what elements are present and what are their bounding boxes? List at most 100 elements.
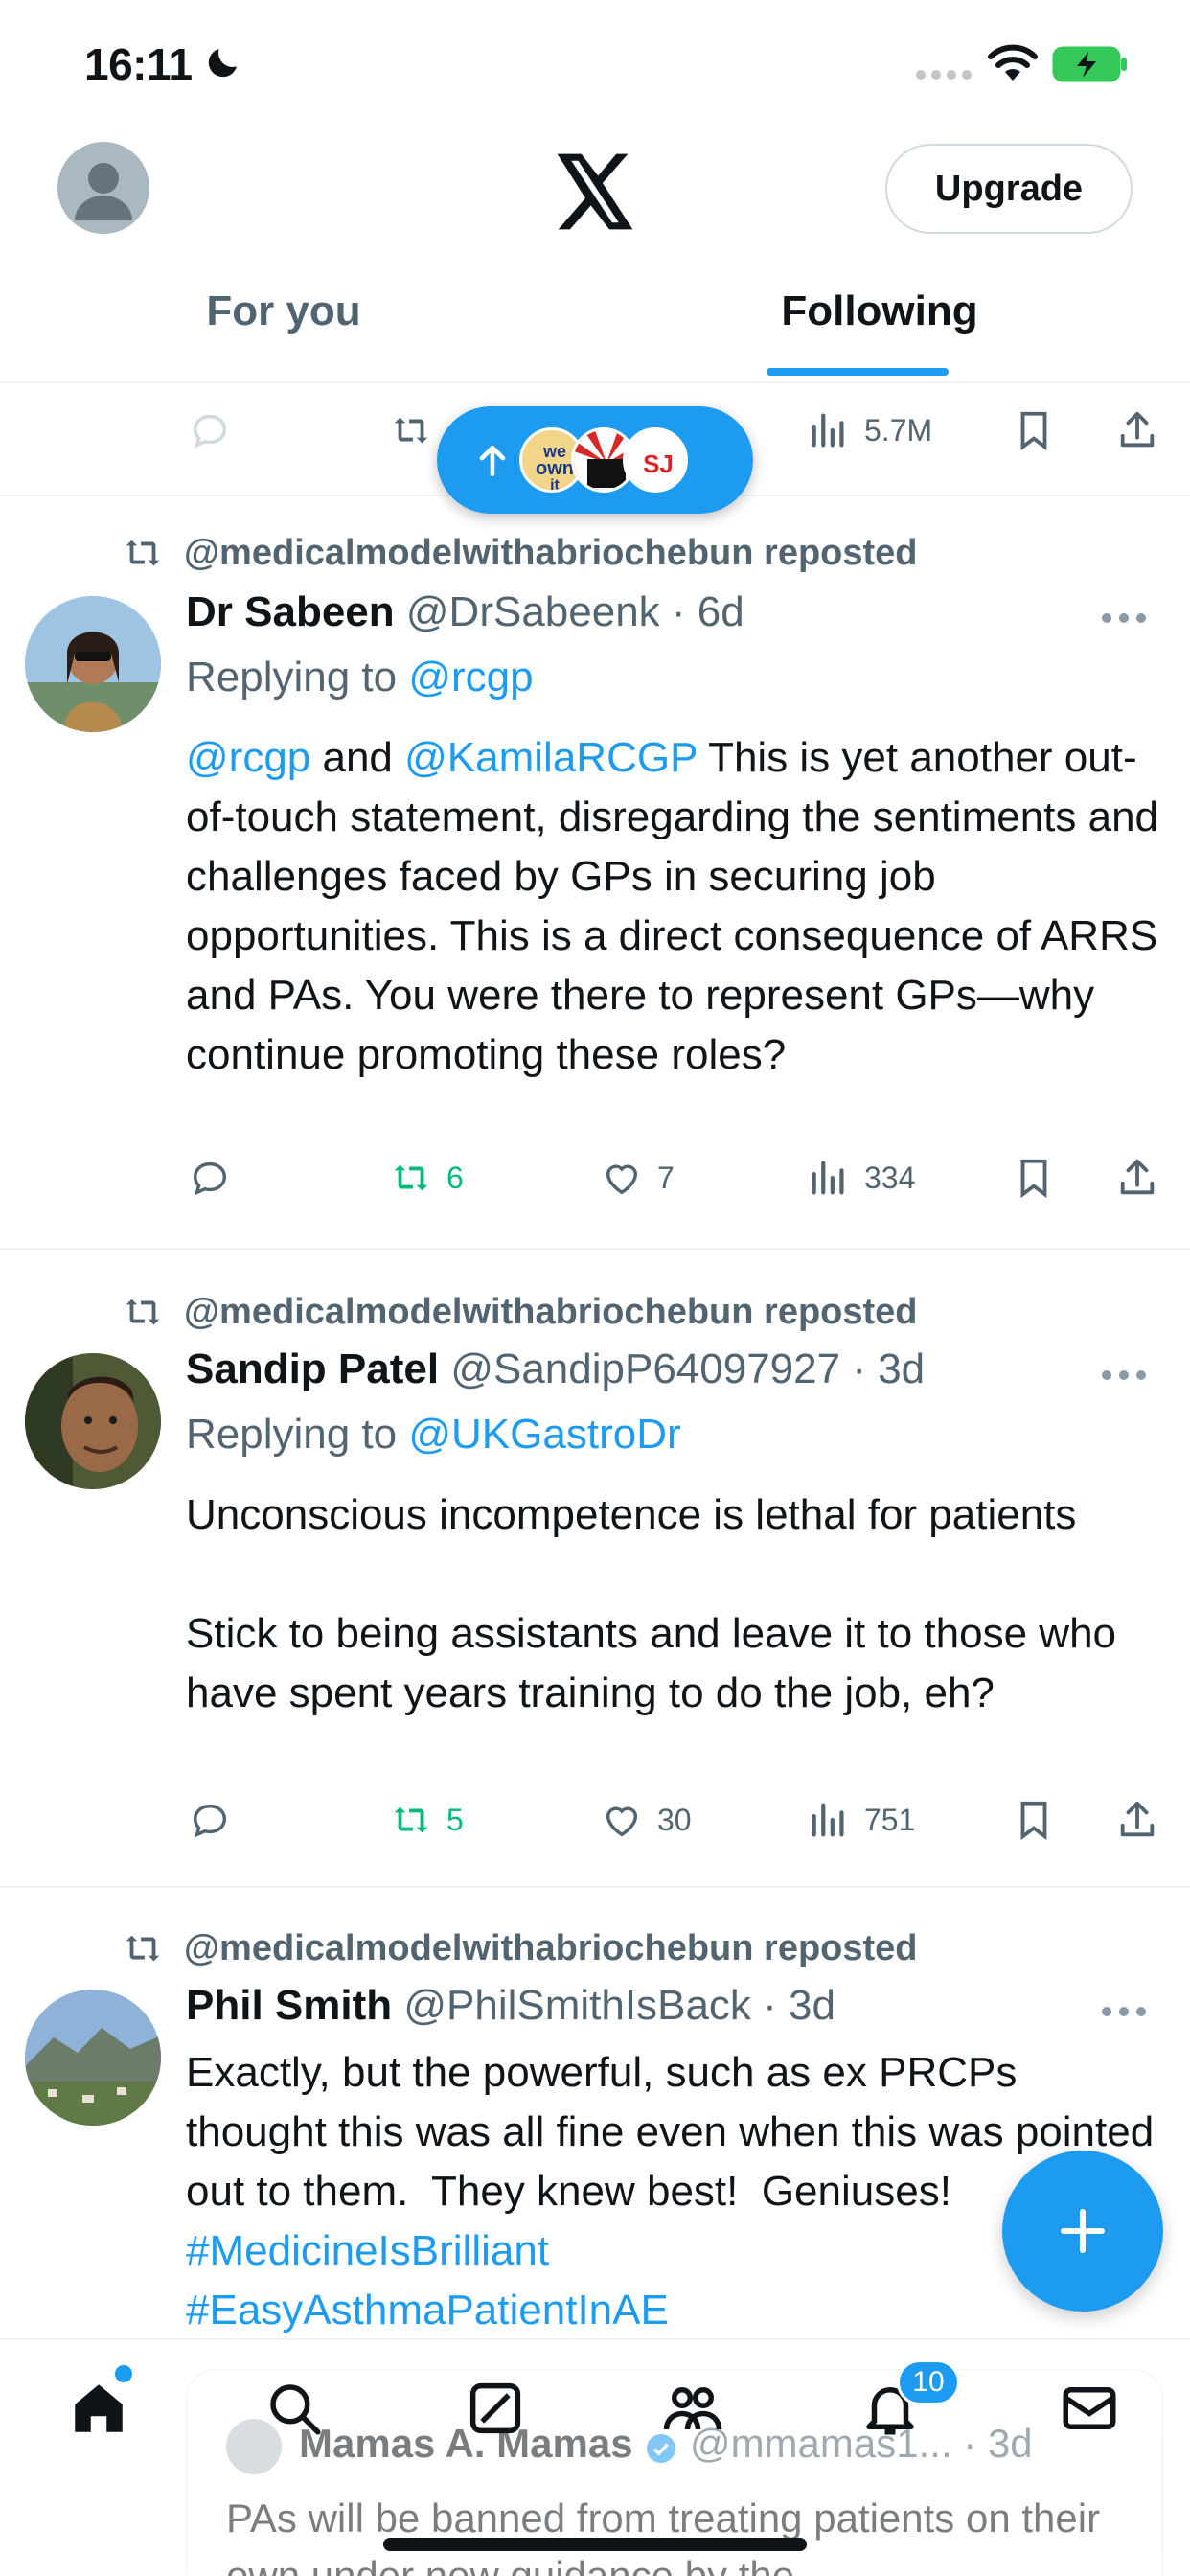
repost-indicator: @medicalmodelwithabriochebun reposted [121,1926,918,1970]
heart-icon [606,1806,638,1837]
tweet-text: @rcgp and @KamilaRCGP This is yet anothe… [186,728,1163,1085]
hashtag-link[interactable]: #MedicineIsBrilliant [186,2227,549,2274]
tweet[interactable]: @medicalmodelwithabriochebun reposted Sa… [0,1250,1190,1888]
tweet-actions: 5 30 751 [0,1798,1190,1855]
views-count: 334 [864,1160,916,1195]
retweet-button[interactable]: 6 [389,1156,464,1200]
author-handle[interactable]: @SandipP64097927 · 3d [450,1346,925,1392]
views-count: 5.7M [864,412,933,448]
replying-to: Replying to @UKGastroDr [186,1411,681,1459]
reply-button[interactable] [188,408,232,452]
author-avatar[interactable] [25,1990,161,2126]
replying-to: Replying to @rcgp [186,654,534,702]
reply-icon [193,1162,227,1196]
retweet-button[interactable] [389,408,433,452]
author-name[interactable]: Sandip Patel [186,1346,439,1392]
author-avatar[interactable] [25,1353,161,1489]
reposted-by: @medicalmodelwithabriochebun reposted [184,532,918,573]
more-options-icon[interactable] [1100,611,1148,625]
retweet-count: 6 [446,1160,464,1195]
retweet-button[interactable]: 5 [389,1798,464,1842]
reply-icon [193,1804,227,1838]
replying-to-label: Replying to [186,1411,409,1458]
default-avatar-icon [75,163,132,220]
moon-icon [208,49,237,78]
hashtag-link[interactable]: #EasyAsthmaPatientInAE [186,2287,669,2334]
upgrade-button[interactable]: Upgrade [885,144,1133,234]
top-header: Upgrade For you Following [0,134,1190,383]
more-options-icon[interactable] [1100,1368,1148,1382]
reply-button[interactable] [188,1798,232,1842]
share-button[interactable] [1115,1156,1159,1200]
reply-icon [193,414,227,448]
bookmark-icon [1020,411,1047,451]
notification-count-badge: 10 [897,2359,960,2405]
compose-post-button[interactable] [1002,2150,1163,2312]
profile-avatar[interactable] [57,142,149,234]
svg-text:SJ: SJ [643,449,674,478]
views-count: 751 [864,1802,916,1837]
repost-indicator: @medicalmodelwithabriochebun reposted [121,531,918,575]
mention-link[interactable]: @KamilaRCGP [404,734,698,781]
bookmark-button[interactable] [1012,408,1056,452]
reposted-by: @medicalmodelwithabriochebun reposted [184,1291,918,1332]
share-icon [1120,411,1155,448]
cellular-signal-icon [916,70,972,80]
tweet-header: Sandip Patel @SandipP64097927 · 3d [186,1346,925,1393]
communities-icon[interactable] [661,2377,724,2440]
tab-for-you[interactable]: For you [0,288,567,383]
views-button[interactable]: 334 [807,1156,915,1200]
views-button[interactable]: 751 [807,1798,915,1842]
retweet-icon [394,1806,428,1833]
share-button[interactable] [1115,1798,1159,1842]
author-avatar[interactable] [25,596,161,732]
more-options-icon[interactable] [1100,2005,1148,2018]
replying-to-link[interactable]: @rcgp [408,654,533,701]
retweet-icon [126,1299,160,1325]
wifi-icon [988,44,1038,80]
replying-to-label: Replying to [186,654,409,701]
search-icon[interactable] [263,2377,326,2440]
reply-button[interactable] [188,1156,232,1200]
messages-envelope-icon[interactable] [1058,2377,1121,2440]
heart-icon [606,1164,638,1195]
x-logo-icon [557,153,633,230]
like-count: 7 [657,1160,675,1195]
tweet-header: Phil Smith @PhilSmithIsBack · 3d [186,1982,835,2030]
author-handle[interactable]: @PhilSmithIsBack · 3d [403,1982,835,2029]
views-icon [812,1803,844,1837]
mention-link[interactable]: @rcgp [186,734,310,781]
author-handle[interactable]: @DrSabeenk · 6d [406,588,744,635]
retweet-icon [394,1164,428,1191]
home-icon[interactable] [67,2377,130,2440]
tweet-header: Dr Sabeen @DrSabeenk · 6d [186,588,744,636]
author-name[interactable]: Phil Smith [186,1982,392,2029]
status-bar: 16:11 [0,0,1190,134]
views-button[interactable]: 5.7M [807,408,932,452]
views-icon [812,1161,844,1195]
tweet-actions: 6 7 334 [0,1156,1190,1213]
preview-text: PAs will be banned from treating patient… [226,2496,1101,2576]
home-indicator[interactable] [383,2538,807,2551]
tweet-text-body: This is yet another out-of-touch stateme… [186,734,1171,1078]
plus-icon [1061,2209,1105,2253]
retweet-icon [394,417,428,444]
share-icon [1120,1801,1155,1837]
like-button[interactable]: 7 [600,1156,675,1200]
tweet-text-fragment: and [310,734,405,781]
battery-charging-icon [1052,46,1127,82]
retweet-icon [126,1935,160,1962]
bookmark-button[interactable] [1012,1798,1056,1842]
share-button[interactable] [1115,408,1159,452]
tweet[interactable]: @medicalmodelwithabriochebun reposted Dr… [0,496,1190,1250]
author-name[interactable]: Dr Sabeen [186,588,395,635]
tweet[interactable]: @medicalmodelwithabriochebun reposted Ph… [0,1888,1190,2348]
grok-icon[interactable] [464,2377,527,2440]
bookmark-icon [1020,1801,1047,1841]
like-button[interactable]: 30 [600,1798,692,1842]
like-count: 30 [657,1802,692,1837]
bookmark-button[interactable] [1012,1156,1056,1200]
replying-to-link[interactable]: @UKGastroDr [408,1411,680,1458]
repost-indicator: @medicalmodelwithabriochebun reposted [121,1290,918,1334]
home-unread-dot [115,2365,132,2382]
